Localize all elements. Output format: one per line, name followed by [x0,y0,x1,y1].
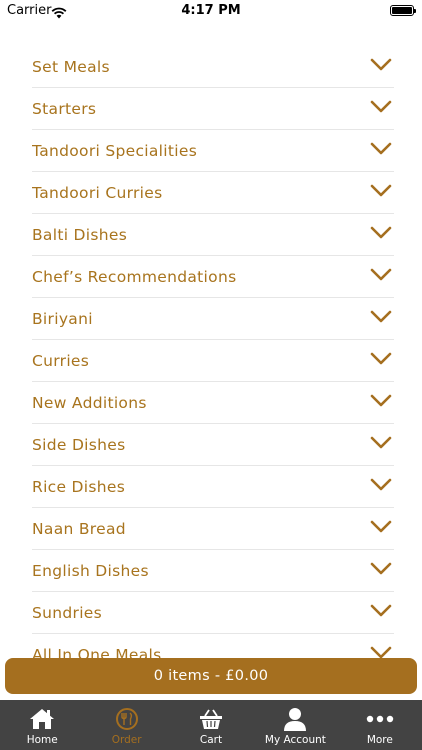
menu-category-item[interactable]: All In One Meals [32,634,394,658]
user-icon [283,706,307,732]
menu-category-list[interactable]: Set Meals Starters Tandoori Specialities Ta… [32,46,394,658]
chevron-down-icon [370,309,394,328]
menu-category-item[interactable]: English Dishes [32,550,394,592]
menu-category-item[interactable]: Sundries [32,592,394,634]
menu-category-item[interactable]: Chef’s Recommendations [32,256,394,298]
tab-my-account-label: My Account [264,734,326,746]
menu-category-label: Sundries [32,603,103,622]
menu-category-label: English Dishes [32,561,149,580]
chevron-down-icon [370,561,394,580]
status-time: 4:17 PM [181,3,241,18]
tab-cart-label: Cart [199,734,223,746]
menu-category-item[interactable]: Tandoori Curries [32,172,394,214]
battery-icon [390,5,416,16]
tab-my-account[interactable]: My Account [253,700,337,750]
menu-category-item[interactable]: Naan Bread [32,508,394,550]
menu-category-label: Naan Bread [32,519,126,538]
menu-category-item[interactable]: Biriyani [32,298,394,340]
chevron-down-icon [370,141,394,160]
menu-category-item[interactable]: Curries [32,340,394,382]
basket-icon [198,706,224,732]
chevron-down-icon [370,603,394,622]
chevron-down-icon [370,645,394,658]
menu-category-label: Tandoori Specialities [32,141,198,160]
cart-summary-button[interactable]: 0 items - £0.00 [5,658,417,694]
menu-category-item[interactable]: Set Meals [32,46,394,88]
chevron-down-icon [370,393,394,412]
chevron-down-icon [370,351,394,370]
menu-category-item[interactable]: New Additions [32,382,394,424]
chevron-down-icon [370,57,394,76]
tab-order[interactable]: Order [84,700,168,750]
chevron-down-icon [370,477,394,496]
menu-category-label: Chef’s Recommendations [32,267,237,286]
menu-category-label: New Additions [32,393,147,412]
menu-category-item[interactable]: Starters [32,88,394,130]
menu-category-label: Curries [32,351,90,370]
menu-category-item[interactable]: Balti Dishes [32,214,394,256]
tab-order-label: Order [111,734,142,746]
menu-category-label: Set Meals [32,57,110,76]
chevron-down-icon [370,519,394,538]
cart-summary-label: 0 items - £0.00 [153,668,269,684]
menu-category-item[interactable]: Side Dishes [32,424,394,466]
menu-category-label: All In One Meals [32,645,162,659]
tab-more[interactable]: More [338,700,422,750]
menu-category-label: Tandoori Curries [32,183,163,202]
menu-category-item[interactable]: Rice Dishes [32,466,394,508]
chevron-down-icon [370,267,394,286]
menu-category-label: Starters [32,99,97,118]
menu-category-label: Balti Dishes [32,225,128,244]
tab-cart[interactable]: Cart [169,700,253,750]
chevron-down-icon [370,183,394,202]
tab-home[interactable]: Home [0,700,84,750]
tab-home-label: Home [26,734,58,746]
chevron-down-icon [370,435,394,454]
chevron-down-icon [370,225,394,244]
more-icon [366,706,394,732]
menu-category-item[interactable]: Tandoori Specialities [32,130,394,172]
menu-category-label: Rice Dishes [32,477,126,496]
tab-more-label: More [366,734,393,746]
menu-category-label: Biriyani [32,309,93,328]
order-icon [114,706,140,732]
menu-category-label: Side Dishes [32,435,126,454]
tab-bar: Home Order Cart My Account More [0,700,422,750]
status-bar: Carrier 4:17 PM [0,0,422,24]
chevron-down-icon [370,99,394,118]
home-icon [28,706,56,732]
